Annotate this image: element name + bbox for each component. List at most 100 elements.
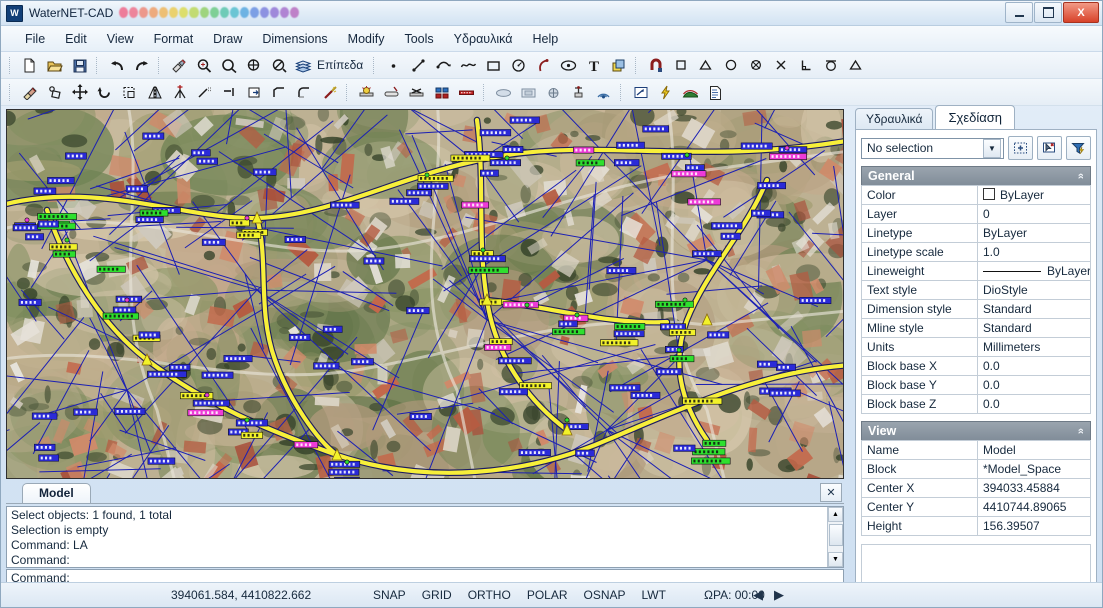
snap-perpendicular-icon[interactable] [793, 53, 818, 77]
circle-icon[interactable] [506, 53, 531, 77]
hydrant-icon[interactable] [354, 80, 379, 104]
chamfer-icon[interactable] [267, 80, 292, 104]
layers-icon[interactable] [291, 53, 316, 77]
status-toggle-snap[interactable]: SNAP [373, 588, 406, 602]
prev-arrow-icon[interactable]: ◀ [753, 587, 763, 603]
status-toggle-ortho[interactable]: ORTHO [468, 588, 511, 602]
valve-icon[interactable] [404, 80, 429, 104]
menu-item-7[interactable]: Tools [394, 29, 443, 49]
command-history[interactable]: Select objects: 1 found, 1 total Selectio… [6, 506, 844, 568]
spline-icon[interactable] [456, 53, 481, 77]
scale-icon[interactable] [117, 80, 142, 104]
move-icon[interactable] [67, 80, 92, 104]
array-icon[interactable] [167, 80, 192, 104]
snap-intersection-icon[interactable] [768, 53, 793, 77]
maximize-restore-button[interactable] [1034, 2, 1062, 23]
zoom-window-icon[interactable] [191, 53, 216, 77]
menu-item-1[interactable]: Edit [55, 29, 97, 49]
menu-item-4[interactable]: Draw [203, 29, 252, 49]
property-value[interactable]: DioStyle [977, 280, 1091, 300]
menu-item-6[interactable]: Modify [338, 29, 395, 49]
block-insert-icon[interactable] [606, 53, 631, 77]
property-value[interactable]: Standard [977, 318, 1091, 338]
property-value[interactable]: Standard [977, 299, 1091, 319]
node-icon[interactable] [566, 80, 591, 104]
polyline-icon[interactable] [431, 53, 456, 77]
energy-icon[interactable] [653, 80, 678, 104]
snap-tangent-icon[interactable] [818, 53, 843, 77]
point-icon[interactable] [381, 53, 406, 77]
pipe-icon[interactable] [379, 80, 404, 104]
arc-icon[interactable] [531, 53, 556, 77]
export-icon[interactable] [628, 80, 653, 104]
status-toggle-polar[interactable]: POLAR [527, 588, 568, 602]
filter-button[interactable] [1066, 136, 1091, 160]
save-disk-icon[interactable] [67, 53, 92, 77]
minimize-button[interactable] [1005, 2, 1033, 23]
next-arrow-icon[interactable]: ▶ [774, 587, 784, 603]
property-value[interactable]: 0.0 [977, 356, 1091, 376]
property-value[interactable]: 1.0 [977, 242, 1091, 262]
menu-item-9[interactable]: Help [523, 29, 569, 49]
tank-icon[interactable] [491, 80, 516, 104]
open-folder-icon[interactable] [42, 53, 67, 77]
command-scrollbar[interactable]: ▲ ▼ [827, 507, 843, 567]
selection-dropdown[interactable]: No selection ▼ [861, 137, 1004, 159]
chevron-down-icon[interactable]: ▼ [983, 138, 1001, 158]
coordinate-readout[interactable]: 394061.584, 4410822.662 [171, 588, 311, 602]
erase-icon[interactable] [17, 80, 42, 104]
status-toggle-osnap[interactable]: OSNAP [584, 588, 626, 602]
property-value[interactable]: 394033.45884 [977, 478, 1091, 498]
property-value[interactable]: 0 [977, 204, 1091, 224]
fillet-icon[interactable] [292, 80, 317, 104]
property-value[interactable]: 156.39507 [977, 516, 1091, 536]
snap-midpoint-icon[interactable] [693, 53, 718, 77]
copy-icon[interactable] [42, 80, 67, 104]
close-icon[interactable]: ✕ [820, 483, 842, 502]
property-value[interactable]: ByLayer [977, 261, 1091, 281]
properties-tab-1[interactable]: Σχεδίαση [935, 105, 1016, 129]
chevron-up-icon[interactable]: » [1075, 173, 1087, 179]
close-button[interactable]: X [1063, 2, 1099, 23]
status-toggle-lwt[interactable]: LWT [642, 588, 666, 602]
menu-item-8[interactable]: Υδραυλικά [444, 29, 523, 49]
trim-icon[interactable] [192, 80, 217, 104]
property-value[interactable]: *Model_Space [977, 459, 1091, 479]
map-viewport[interactable] [7, 110, 843, 478]
quick-select-button[interactable] [1008, 136, 1033, 160]
undo-icon[interactable] [104, 53, 129, 77]
reservoir-icon[interactable] [516, 80, 541, 104]
menu-item-5[interactable]: Dimensions [252, 29, 337, 49]
explode-icon[interactable] [317, 80, 342, 104]
properties-tab-0[interactable]: Υδραυλικά [855, 108, 934, 129]
zoom-previous-icon[interactable] [266, 53, 291, 77]
network-icon[interactable] [591, 80, 616, 104]
report-icon[interactable] [703, 80, 728, 104]
new-file-icon[interactable] [17, 53, 42, 77]
model-tab[interactable]: Model [22, 483, 91, 503]
property-value[interactable]: ByLayer [977, 223, 1091, 243]
mirror-icon[interactable] [142, 80, 167, 104]
property-value[interactable]: 0.0 [977, 394, 1091, 414]
scroll-up-button[interactable]: ▲ [828, 507, 843, 522]
line-icon[interactable] [406, 53, 431, 77]
layers-label[interactable]: Επίπεδα [316, 58, 369, 72]
pan-realtime-icon[interactable] [166, 53, 191, 77]
property-value[interactable]: 0.0 [977, 375, 1091, 395]
zoom-extents-icon[interactable] [241, 53, 266, 77]
pump-icon[interactable] [541, 80, 566, 104]
property-value[interactable]: Millimeters [977, 337, 1091, 357]
pick-point-button[interactable] [1037, 136, 1062, 160]
redo-icon[interactable] [129, 53, 154, 77]
extend-icon[interactable] [217, 80, 242, 104]
zoom-in-icon[interactable] [216, 53, 241, 77]
meter-icon[interactable] [454, 80, 479, 104]
snap-endpoint-icon[interactable] [668, 53, 693, 77]
status-toggle-grid[interactable]: GRID [422, 588, 452, 602]
offset-icon[interactable] [242, 80, 267, 104]
scrollbar-thumb[interactable] [829, 524, 843, 546]
chevron-up-icon[interactable]: » [1075, 428, 1087, 434]
junction-icon[interactable] [429, 80, 454, 104]
snap-node-icon[interactable] [743, 53, 768, 77]
section-header-view[interactable]: View » [861, 421, 1091, 440]
